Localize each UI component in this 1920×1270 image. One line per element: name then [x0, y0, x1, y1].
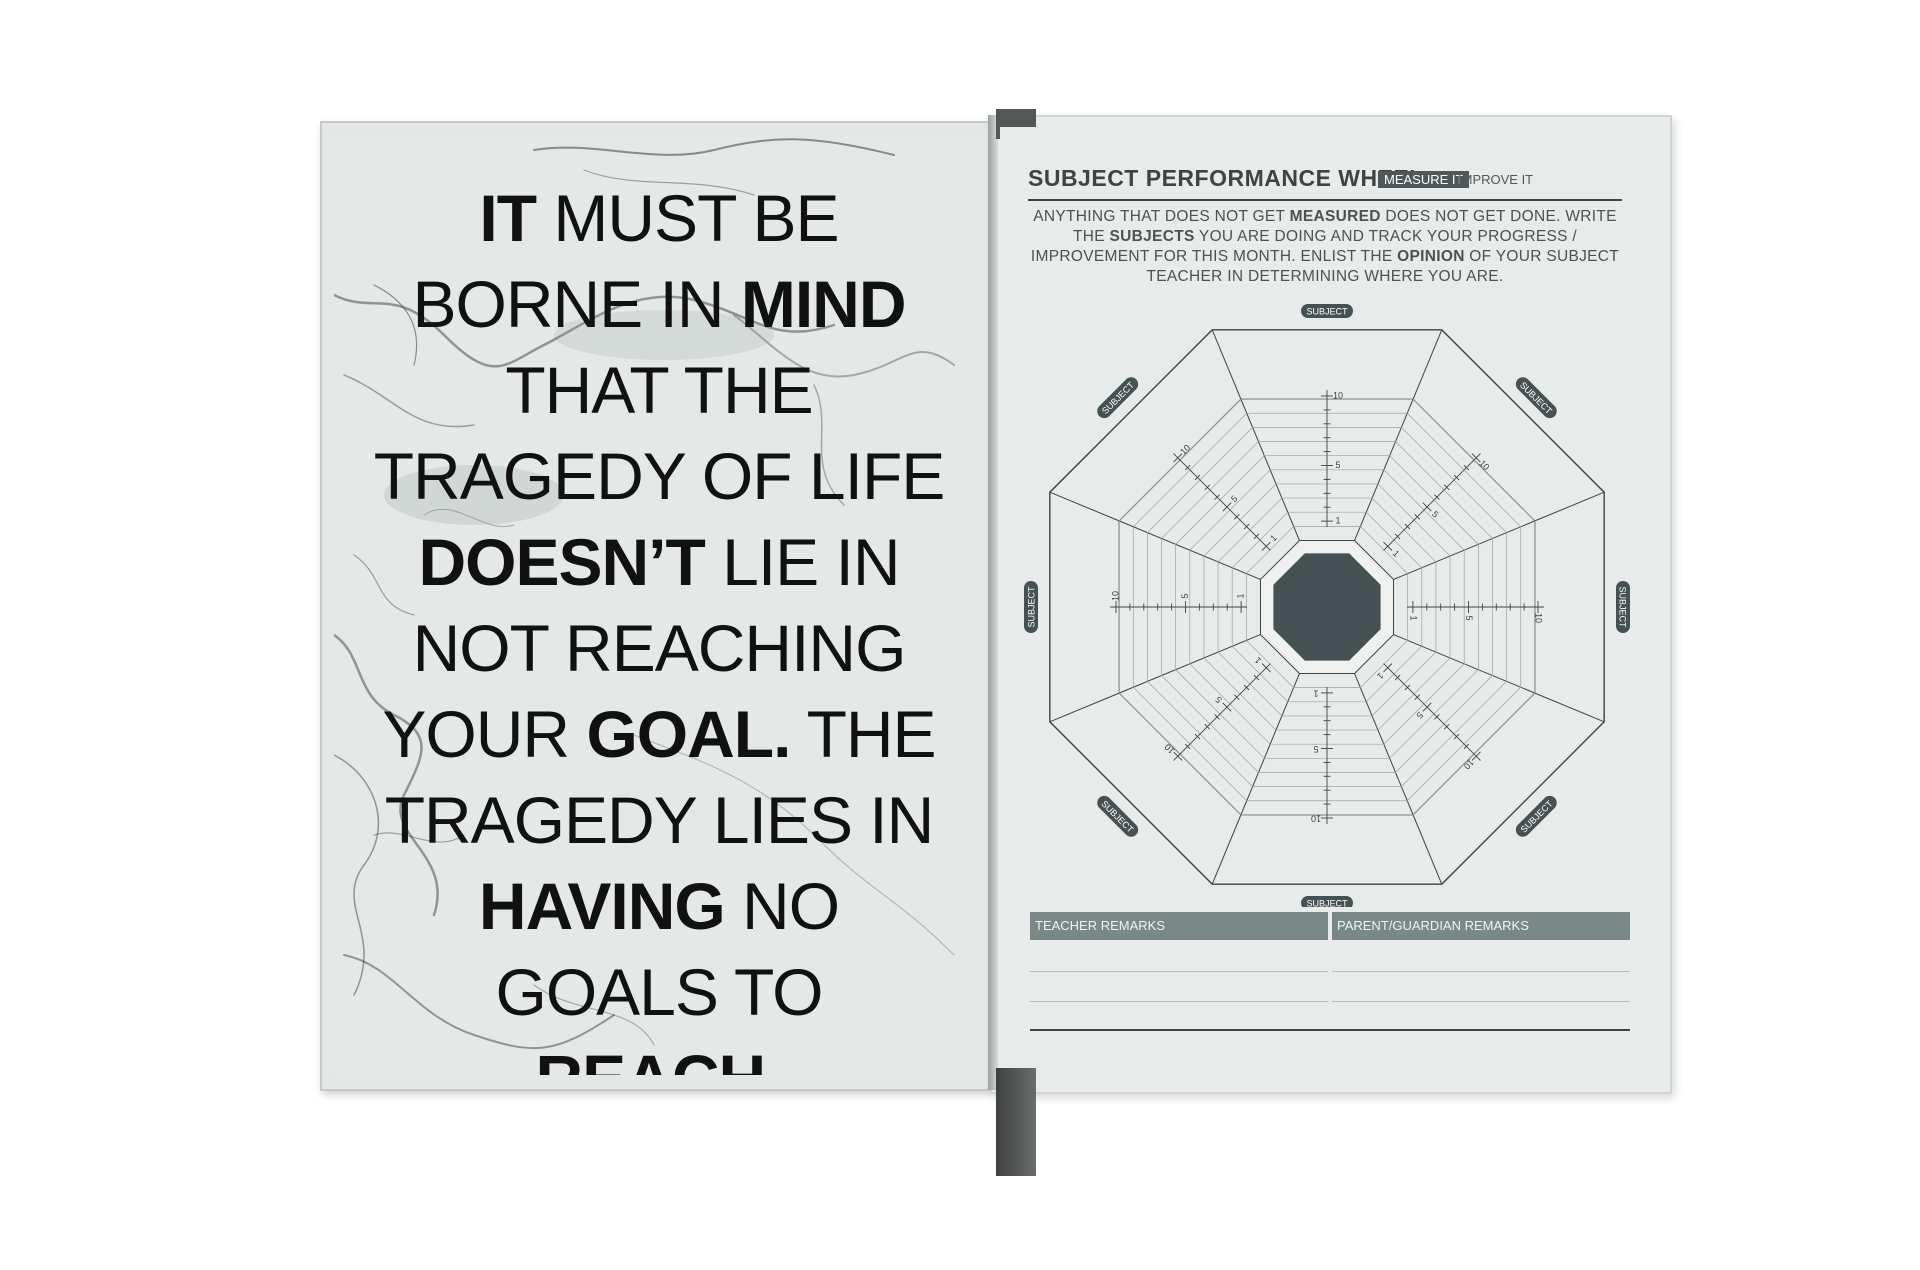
wheel-divider: [1211, 329, 1242, 400]
wheel-tick-label: 1: [1335, 515, 1340, 525]
subject-label-text: SUBJECT: [1099, 799, 1135, 835]
wheel-divider: [1412, 814, 1443, 885]
wheel-divider: [1534, 491, 1605, 522]
subject-label-text: SUBJECT: [1027, 586, 1037, 628]
subject-label[interactable]: SUBJECT: [1513, 793, 1560, 840]
subject-label-text: SUBJECT: [1306, 307, 1348, 317]
parent-remarks-header: PARENT/GUARDIAN REMARKS: [1332, 912, 1630, 940]
quote-emphasis: GOAL.: [586, 697, 791, 771]
wheel-axis: [1383, 453, 1481, 551]
quote-emphasis: HAVING: [478, 869, 726, 943]
wheel-axis: [1173, 663, 1271, 761]
quote-emphasis: MIND: [740, 267, 907, 341]
wheel-axis: [1383, 663, 1481, 761]
wheel-tick-label: 1: [1268, 533, 1279, 544]
wheel-tick-label: 1: [1235, 593, 1245, 598]
subject-label[interactable]: SUBJECT: [1301, 304, 1353, 318]
quote-emphasis: IT: [479, 181, 537, 255]
subject-label[interactable]: SUBJECT: [1094, 793, 1141, 840]
wheel-tick-label: 10: [1333, 390, 1343, 400]
teacher-remarks-header: TEACHER REMARKS: [1030, 912, 1328, 940]
subject-label[interactable]: SUBJECT: [1024, 581, 1038, 633]
wheel-tick-label: 10: [1477, 458, 1491, 472]
wheel-tick-label: 10: [1110, 591, 1120, 601]
subject-label-text: SUBJECT: [1618, 586, 1628, 628]
open-book: IT MUST BE BORNE IN MIND THAT THE TRAGED…: [320, 109, 1672, 1176]
subject-label[interactable]: SUBJECT: [1301, 896, 1353, 907]
wheel-tick-label: 5: [1335, 460, 1340, 470]
book-gutter: [988, 115, 998, 1090]
parent-remarks-line[interactable]: [1332, 971, 1630, 972]
wheel-tick-label: 1: [1253, 655, 1264, 666]
wheel-divider: [1412, 329, 1443, 400]
wheel-tick-label: 1: [1375, 671, 1386, 682]
subject-label-text: SUBJECT: [1306, 899, 1348, 908]
teacher-remarks-line[interactable]: [1030, 971, 1328, 972]
wheel-divider: [1049, 692, 1120, 723]
wheel-divider: [1049, 491, 1120, 522]
bookmark-ribbon: [996, 1068, 1036, 1176]
wheel-tick-label: 10: [1163, 742, 1177, 756]
subject-label[interactable]: SUBJECT: [1094, 374, 1141, 421]
wheel-tick-label: 5: [1313, 744, 1318, 754]
wheel-tick-label: 10: [1178, 443, 1192, 457]
wheel-hub: [1273, 553, 1381, 661]
wheel-tick-label: 5: [1464, 615, 1474, 620]
wheel-tick-label: 1: [1409, 615, 1419, 620]
wheel-axis: [1173, 453, 1271, 551]
wheel-divider: [1211, 814, 1242, 885]
subject-label[interactable]: SUBJECT: [1616, 581, 1630, 633]
quote-emphasis: REACH.: [535, 1041, 783, 1075]
wheel-divider: [1534, 692, 1605, 723]
teacher-remarks-line[interactable]: [1030, 1001, 1328, 1002]
quote-segment: THAT THE TRAGEDY OF LIFE: [373, 353, 946, 513]
wheel-tick-label: 10: [1462, 757, 1476, 771]
wheel-tick-label: 1: [1313, 689, 1318, 699]
worksheet-page: SUBJECT PERFORMANCE WHEEL MEASURE IT IMP…: [1000, 127, 1655, 1080]
quote-page: IT MUST BE BORNE IN MIND THAT THE TRAGED…: [334, 135, 984, 1075]
wheel-tick-label: 10: [1534, 613, 1544, 623]
subject-label[interactable]: SUBJECT: [1513, 374, 1560, 421]
performance-wheel: 1 5 101510151015101510151015101510SUBJECTS…: [1024, 304, 1630, 907]
quote-text: IT MUST BE BORNE IN MIND THAT THE TRAGED…: [364, 175, 954, 1075]
wheel-tick-label: 5: [1180, 593, 1190, 598]
quote-emphasis: DOESN’T: [418, 525, 705, 599]
wheel-tick-label: 1: [1391, 548, 1402, 559]
parent-remarks-line[interactable]: [1332, 1001, 1630, 1002]
subject-label-text: SUBJECT: [1519, 798, 1555, 834]
wheel-tick-label: 10: [1311, 814, 1321, 824]
remarks-bottom-rule: [1030, 1029, 1630, 1031]
